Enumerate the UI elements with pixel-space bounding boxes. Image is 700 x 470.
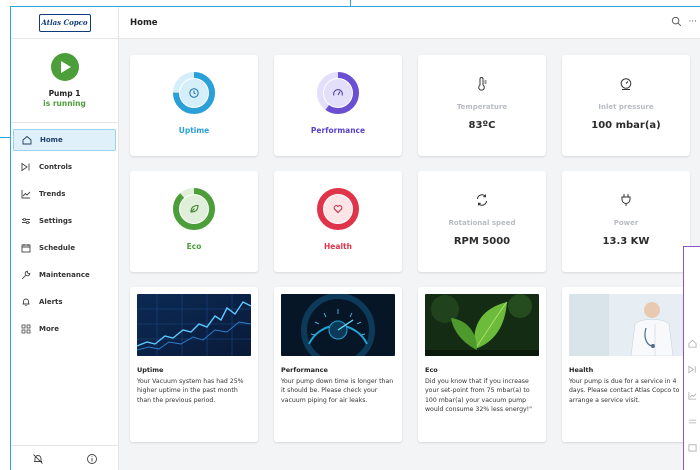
performance-info-card[interactable]: Performance Your pump down time is longe… xyxy=(274,287,402,442)
sidebar-footer xyxy=(11,445,119,470)
sidebar-item-label: Schedule xyxy=(39,244,76,252)
uptime-stock-chart-image xyxy=(137,294,251,356)
pump-name: Pump 1 xyxy=(48,89,81,98)
uptime-gauge xyxy=(173,72,215,114)
trends-icon xyxy=(21,190,31,199)
header-actions: ··· xyxy=(671,16,697,27)
notifications-off-icon[interactable] xyxy=(32,453,44,465)
home-icon xyxy=(22,135,32,145)
eco-info-card[interactable]: Eco Did you know that if you increase yo… xyxy=(418,287,546,442)
sidebar-item-label: Maintenance xyxy=(39,271,90,279)
performance-card[interactable]: Performance xyxy=(274,55,402,156)
power-value: 13.3 KW xyxy=(602,236,650,247)
performance-label: Performance xyxy=(310,126,366,135)
sidebar-item-label: Settings xyxy=(39,217,73,225)
schedule-icon xyxy=(21,244,31,253)
eco-label: Eco xyxy=(186,242,202,251)
eco-info-title: Eco xyxy=(425,366,438,374)
rotational-speed-label: Rotational speed xyxy=(448,219,516,227)
home-icon xyxy=(688,339,697,348)
uptime-info-title: Uptime xyxy=(137,366,164,374)
top-bar: Home ··· xyxy=(119,7,700,39)
atlas-copco-logo[interactable]: Atlas Copco xyxy=(38,13,91,32)
health-info-card[interactable]: Health Your pump is due for a service in… xyxy=(562,287,690,442)
eco-gauge xyxy=(173,188,215,230)
trends-icon xyxy=(688,391,697,400)
sidebar-nav: Home Controls Trends Settings Schedule M… xyxy=(11,129,118,340)
uptime-info-text: Your Vacuum system has had 25% higher up… xyxy=(137,378,244,404)
sidebar-item-label: Alerts xyxy=(39,298,63,306)
thermometer-icon xyxy=(478,77,487,91)
performance-info-text: Your pump down time is longer than it sh… xyxy=(281,378,394,404)
health-doctor-image xyxy=(569,294,683,356)
schedule-icon xyxy=(688,444,697,452)
sidebar-item-schedule[interactable]: Schedule xyxy=(13,237,116,259)
overlapping-panel-edge xyxy=(683,246,700,470)
pressure-gauge-icon xyxy=(620,78,632,90)
health-info-title: Health xyxy=(569,366,594,374)
controls-icon xyxy=(688,365,696,374)
inlet-pressure-label: Inlet pressure xyxy=(598,103,654,111)
rotation-icon xyxy=(477,194,487,206)
performance-speedometer-image xyxy=(281,294,395,356)
sidebar-item-more[interactable]: More xyxy=(13,318,116,340)
wrench-icon xyxy=(21,270,31,280)
play-icon[interactable] xyxy=(50,53,79,81)
health-info-text: Your pump is due for a service in 4 days… xyxy=(569,378,680,404)
logo-area: Atlas Copco xyxy=(11,7,118,39)
health-gauge xyxy=(317,188,359,230)
sidebar: Atlas Copco Pump 1 is running Home Contr… xyxy=(11,7,119,470)
uptime-label: Uptime xyxy=(178,126,210,135)
info-icon[interactable] xyxy=(86,453,98,465)
eco-card[interactable]: Eco xyxy=(130,171,258,272)
page-title: Home xyxy=(130,17,158,28)
rotational-speed-card[interactable]: Rotational speed RPM 5000 xyxy=(418,171,546,272)
app-window: Atlas Copco Pump 1 is running Home Contr… xyxy=(10,6,700,470)
sidebar-item-settings[interactable]: Settings xyxy=(13,210,116,232)
health-card[interactable]: Health xyxy=(274,171,402,272)
settings-icon xyxy=(688,419,697,424)
sidebar-item-label: Controls xyxy=(39,163,73,171)
temperature-label: Temperature xyxy=(456,103,508,111)
sidebar-item-maintenance[interactable]: Maintenance xyxy=(13,264,116,286)
performance-gauge xyxy=(317,72,359,114)
sidebar-item-label: More xyxy=(39,325,59,333)
pump-status-panel: Pump 1 is running xyxy=(11,39,118,123)
plug-icon xyxy=(621,194,631,206)
search-icon[interactable] xyxy=(671,16,682,27)
power-label: Power xyxy=(613,219,639,227)
callout-line-left xyxy=(0,137,10,138)
performance-info-title: Performance xyxy=(281,366,328,374)
sidebar-item-label: Home xyxy=(40,136,63,144)
uptime-card[interactable]: Uptime xyxy=(130,55,258,156)
eco-info-text: Did you know that if you increase your s… xyxy=(425,378,532,414)
inlet-pressure-card[interactable]: Inlet pressure 100 mbar(a) xyxy=(562,55,690,156)
uptime-info-card[interactable]: Uptime Your Vacuum system has had 25% hi… xyxy=(130,287,258,442)
sidebar-item-home[interactable]: Home xyxy=(13,129,116,151)
inlet-pressure-value: 100 mbar(a) xyxy=(591,120,661,131)
rotational-speed-value: RPM 5000 xyxy=(453,236,511,247)
bell-icon xyxy=(22,298,30,307)
more-options-button[interactable]: ··· xyxy=(688,17,697,27)
power-card[interactable]: Power 13.3 KW xyxy=(562,171,690,272)
temperature-value: 83ºC xyxy=(468,120,496,131)
sidebar-item-trends[interactable]: Trends xyxy=(13,183,116,205)
sidebar-item-controls[interactable]: Controls xyxy=(13,156,116,178)
settings-icon xyxy=(22,218,30,225)
pump-status: is running xyxy=(43,99,86,108)
grid-icon xyxy=(21,324,31,334)
controls-icon xyxy=(21,162,30,172)
sidebar-item-alerts[interactable]: Alerts xyxy=(13,291,116,313)
eco-plant-image xyxy=(425,294,539,356)
sidebar-item-label: Trends xyxy=(39,190,66,198)
temperature-card[interactable]: Temperature 83ºC xyxy=(418,55,546,156)
health-label: Health xyxy=(324,242,352,251)
